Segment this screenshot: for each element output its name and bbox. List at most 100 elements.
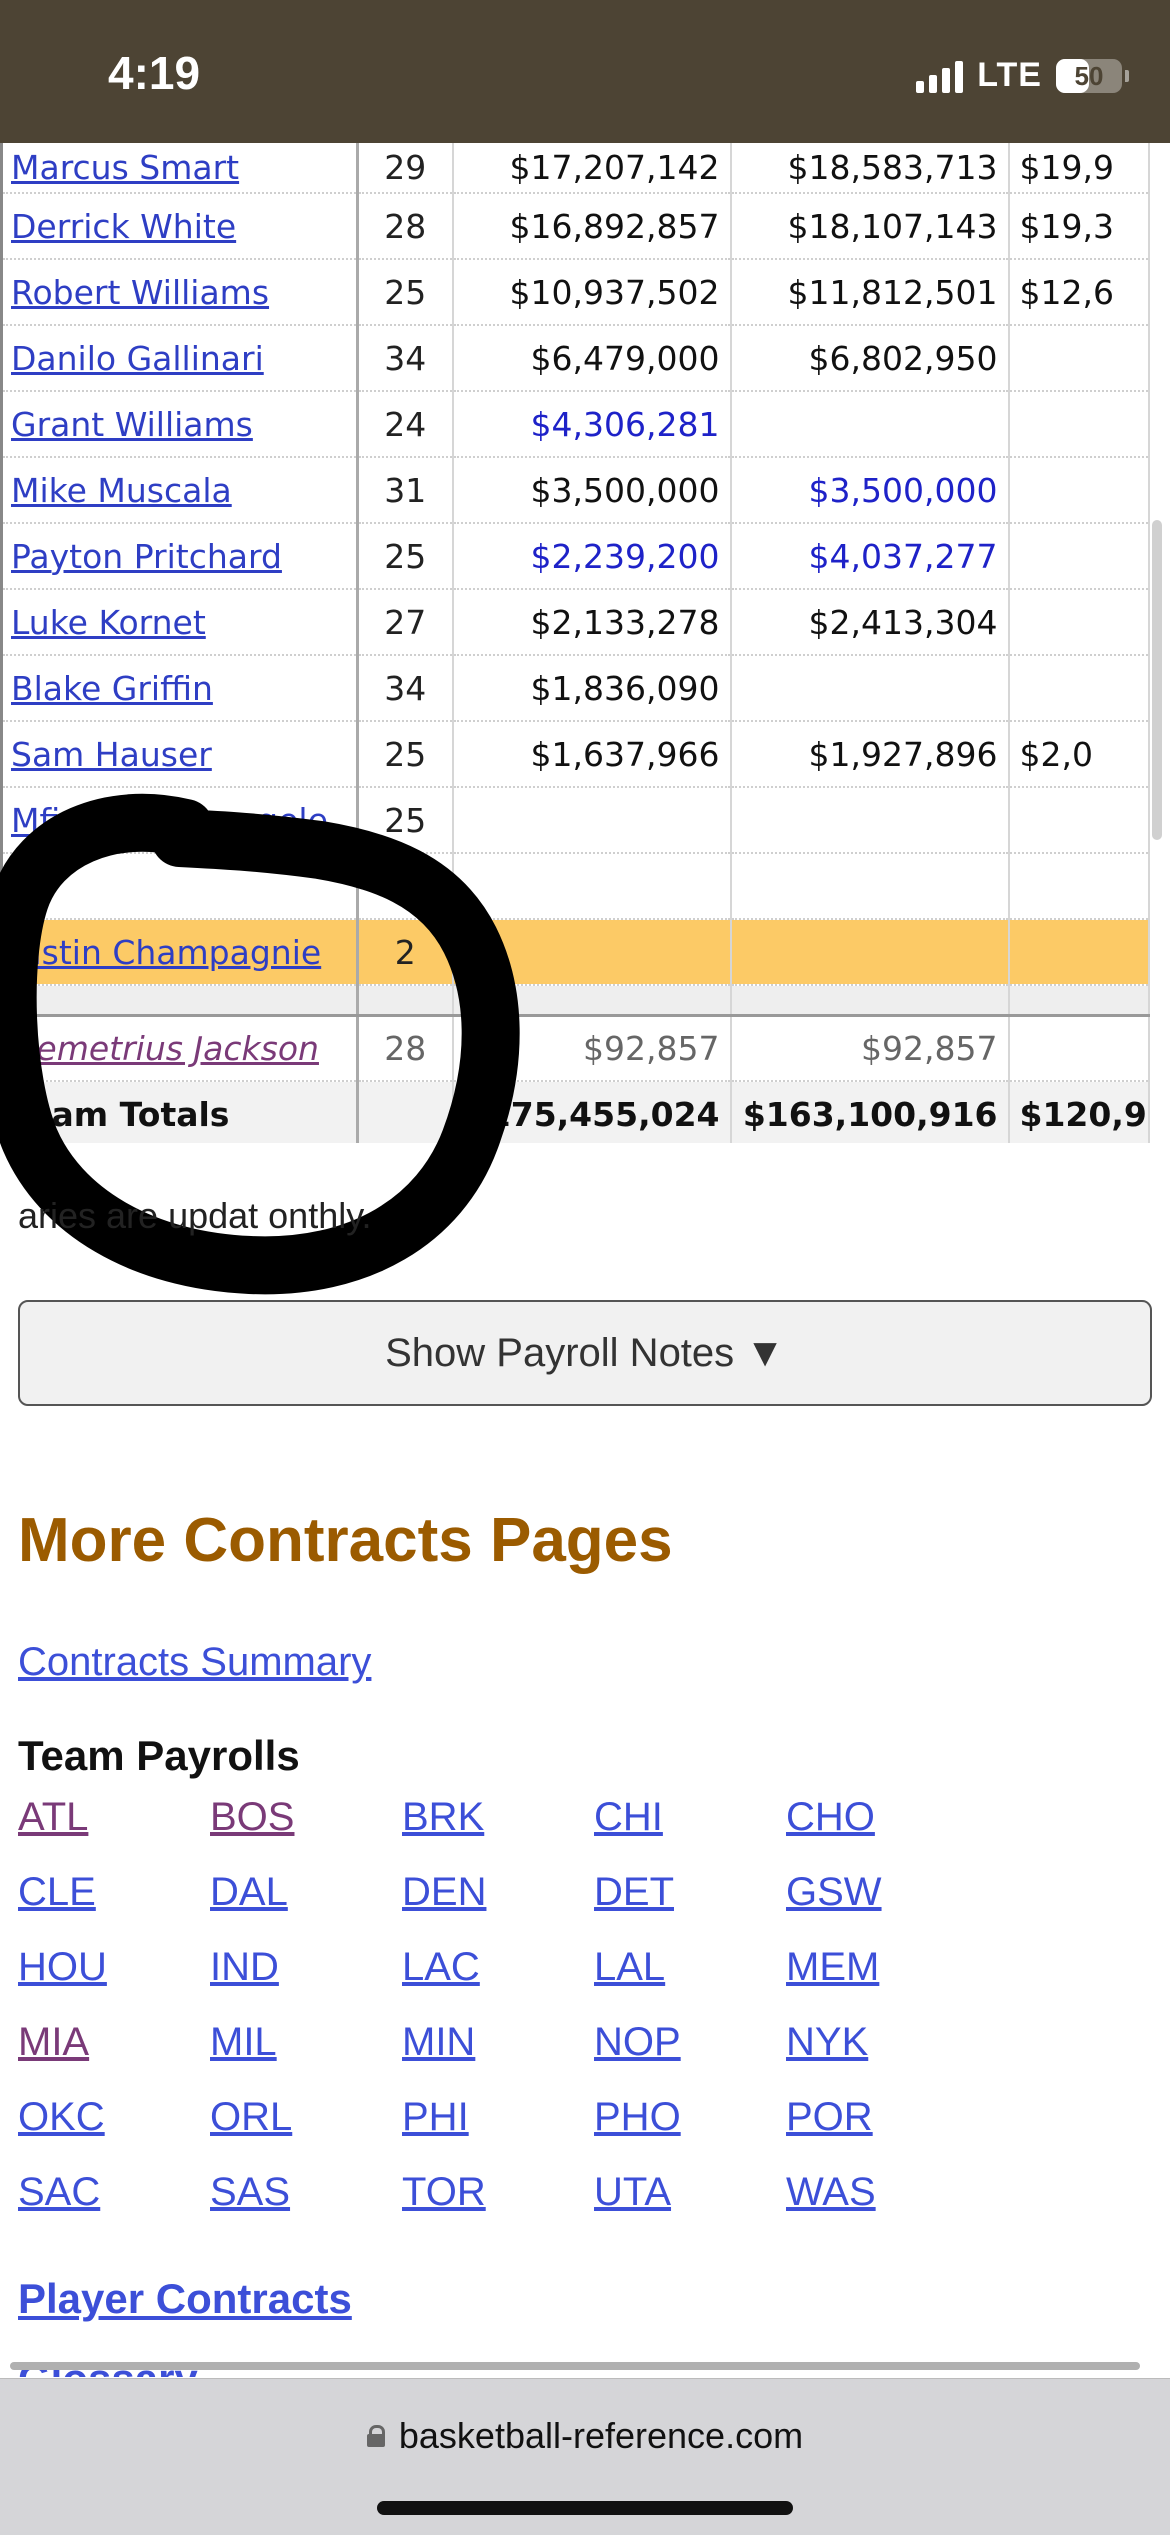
player-name-link-text[interactable]: Demetrius Jackson	[11, 1029, 319, 1068]
team-link-den[interactable]: DEN	[402, 1870, 486, 1915]
salary-2023-24: $11,812,501	[730, 259, 1010, 326]
divider-cell	[1008, 985, 1150, 1017]
salary-2024-25	[1008, 655, 1150, 722]
salary-2022-23-text: $10,937,502	[509, 272, 720, 312]
player-name-link[interactable]: Luke Kornet	[0, 589, 359, 656]
player-name-link-text[interactable]: Luke Kornet	[11, 603, 206, 642]
player-name-link[interactable]: Marcus Smart	[0, 143, 359, 194]
player-name-link-text[interactable]: Grant Williams	[11, 405, 253, 444]
team-link-phi[interactable]: PHI	[402, 2095, 469, 2140]
player-name-link-text[interactable]: Blake Griffin	[11, 669, 213, 708]
team-link-nop[interactable]: NOP	[594, 2020, 681, 2065]
table-row: Robert Williams 25 $10,937,502 $11,812,501 $…	[0, 259, 1150, 326]
salary-2024-25-text: $19,3	[1019, 206, 1114, 246]
contracts-summary-link[interactable]: Contracts Summary	[18, 1640, 371, 1685]
payroll-table-container[interactable]: Marcus Smart 29 $17,207,142 $18,583,713 $19,…	[0, 143, 1152, 1143]
player-age: 25	[357, 259, 454, 326]
team-link-mil[interactable]: MIL	[210, 2020, 277, 2065]
team-link-nyk[interactable]: NYK	[786, 2020, 868, 2065]
team-link-chi[interactable]: CHI	[594, 1795, 663, 1840]
player-name-link-text[interactable]: Payton Pritchard	[11, 537, 282, 576]
player-name-link[interactable]: Justin Champagnie	[0, 919, 359, 986]
vertical-scrollbar[interactable]	[1152, 520, 1162, 840]
salary-2022-23: $4,306,281	[452, 391, 732, 458]
salary-2022-23-text: $2,239,200	[530, 536, 720, 576]
player-age: 31	[357, 457, 454, 524]
team-link-min[interactable]: MIN	[402, 2020, 475, 2065]
team-link-brk[interactable]: BRK	[402, 1795, 484, 1840]
player-name-link-text[interactable]: Danilo Gallinari	[11, 339, 264, 378]
player-name-link-text[interactable]: Mfiondu Kabengele	[11, 801, 328, 840]
player-name-link[interactable]: Derrick White	[0, 193, 359, 260]
table-row: Blake Griffin 34 $1,836,090	[0, 655, 1150, 722]
player-name-link[interactable]: Robert Williams	[0, 259, 359, 326]
table-row: Marcus Smart 29 $17,207,142 $18,583,713 $19,…	[0, 143, 1150, 194]
team-link-uta[interactable]: UTA	[594, 2170, 671, 2215]
salary-2022-23: $3,500,000	[452, 457, 732, 524]
player-age: 25	[357, 721, 454, 788]
show-payroll-notes-button[interactable]: Show Payroll Notes ▼	[18, 1300, 1152, 1406]
team-link-sac[interactable]: SAC	[18, 2170, 100, 2215]
salary-2024-25	[1008, 1015, 1150, 1082]
team-link-hou[interactable]: HOU	[18, 1945, 107, 1990]
salary-2023-24	[730, 391, 1010, 458]
team-link-cle[interactable]: CLE	[18, 1870, 96, 1915]
player-name-link-text[interactable]: Mike Muscala	[11, 471, 232, 510]
player-contracts-link[interactable]: Player Contracts	[18, 2275, 352, 2323]
browser-address-bar[interactable]: basketball-reference.com	[0, 2378, 1170, 2535]
team-link-cho[interactable]: CHO	[786, 1795, 875, 1840]
player-age-text: 25	[384, 734, 427, 774]
team-link-gsw[interactable]: GSW	[786, 1870, 882, 1915]
team-link-sas[interactable]: SAS	[210, 2170, 290, 2215]
team-link-ind[interactable]: IND	[210, 1945, 279, 1990]
player-name-link[interactable]: Demetrius Jackson	[0, 1015, 359, 1082]
team-link-mem[interactable]: MEM	[786, 1945, 879, 1990]
player-name-link[interactable]: Sam Hauser	[0, 721, 359, 788]
team-link-was[interactable]: WAS	[786, 2170, 876, 2215]
team-link-atl[interactable]: ATL	[18, 1795, 88, 1840]
salary-2024-25	[1008, 523, 1150, 590]
player-name-link[interactable]	[0, 853, 359, 920]
player-name-link-text[interactable]: Robert Williams	[11, 273, 269, 312]
team-link-por[interactable]: POR	[786, 2095, 873, 2140]
player-name-link[interactable]: Mike Muscala	[0, 457, 359, 524]
team-link-okc[interactable]: OKC	[18, 2095, 105, 2140]
player-name-link-text[interactable]: Justin Champagnie	[11, 933, 321, 972]
salary-2022-23: $17,207,142	[452, 143, 732, 194]
player-age: 29	[357, 143, 454, 194]
player-age-text: 25	[384, 272, 427, 312]
player-name-link[interactable]: Mfiondu Kabengele	[0, 787, 359, 854]
player-name-link-text[interactable]: Marcus Smart	[11, 148, 239, 187]
totals-2023-24: $163,100,916	[730, 1081, 1010, 1143]
player-name-link-text[interactable]: Derrick White	[11, 207, 236, 246]
team-link-pho[interactable]: PHO	[594, 2095, 681, 2140]
player-age-text: 28	[384, 1028, 427, 1068]
player-name-link[interactable]: Blake Griffin	[0, 655, 359, 722]
url-display[interactable]: basketball-reference.com	[0, 2415, 1170, 2457]
player-name-link[interactable]: Payton Pritchard	[0, 523, 359, 590]
table-divider	[0, 985, 1150, 1017]
salary-2023-24-text: $4,037,277	[808, 536, 998, 576]
salary-2022-23	[452, 787, 732, 854]
team-link-orl[interactable]: ORL	[210, 2095, 292, 2140]
player-name-link-text[interactable]: Sam Hauser	[11, 735, 212, 774]
lock-icon	[366, 2425, 385, 2447]
team-link-mia[interactable]: MIA	[18, 2020, 89, 2065]
salary-2022-23: $16,892,857	[452, 193, 732, 260]
team-link-dal[interactable]: DAL	[210, 1870, 288, 1915]
player-name-link[interactable]: Danilo Gallinari	[0, 325, 359, 392]
horizontal-scrollbar[interactable]	[10, 2362, 1140, 2370]
home-indicator[interactable]	[377, 2501, 793, 2515]
salary-2023-24-text: $6,802,950	[808, 338, 998, 378]
team-link-tor[interactable]: TOR	[402, 2170, 486, 2215]
salary-2022-23-text: $1,836,090	[530, 668, 720, 708]
team-link-bos[interactable]: BOS	[210, 1795, 294, 1840]
team-link-lac[interactable]: LAC	[402, 1945, 480, 1990]
team-link-lal[interactable]: LAL	[594, 1945, 665, 1990]
table-row: Grant Williams 24 $4,306,281	[0, 391, 1150, 458]
team-link-det[interactable]: DET	[594, 1870, 674, 1915]
player-age-text: 20	[384, 866, 427, 906]
salary-2022-23: $1,637,966	[452, 721, 732, 788]
player-name-link[interactable]: Grant Williams	[0, 391, 359, 458]
table-row: Danilo Gallinari 34 $6,479,000 $6,802,950	[0, 325, 1150, 392]
